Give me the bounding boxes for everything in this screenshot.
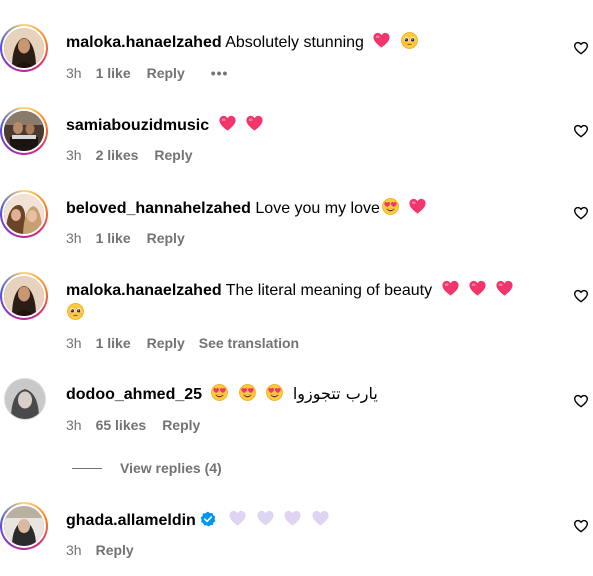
pink-heart-emoji (372, 31, 391, 50)
comment-line: dodoo_ahmed_25 يارب تتجوزوا (66, 383, 545, 406)
comment-meta: 3h 2 likes Reply (66, 146, 207, 164)
comment-likes[interactable]: 65 likes (96, 416, 147, 434)
pleading-face-emoji (66, 302, 85, 321)
comment-time: 3h (66, 230, 82, 246)
view-replies-label: View replies (4) (120, 460, 222, 476)
comment-text: The literal meaning of beauty (225, 282, 433, 299)
pink-heart-emoji (408, 197, 427, 216)
avatar-photo (4, 28, 44, 68)
comment-username[interactable]: ghada.allameldin (66, 512, 196, 529)
comment-meta: 3h 1 like Reply (66, 229, 199, 247)
comment-username[interactable]: samiabouzidmusic (66, 117, 209, 134)
pink-heart-emoji (441, 279, 460, 298)
avatar[interactable] (4, 378, 46, 420)
comment-username[interactable]: beloved_hannahelzahed (66, 200, 251, 217)
avatar[interactable] (0, 272, 48, 320)
pink-heart-emoji (218, 114, 237, 133)
comment-username[interactable]: maloka.hanaelzahed (66, 34, 222, 51)
light-purple-heart-emoji (311, 509, 330, 528)
avatar-photo (4, 194, 44, 234)
comment-text: يارب تتجوزوا (292, 384, 378, 403)
avatar[interactable] (0, 24, 48, 72)
pink-heart-emoji (245, 114, 264, 133)
comment-line: ghada.allameldin (66, 509, 545, 532)
comment-line: beloved_hannahelzahed Love you my love (66, 197, 545, 220)
reply-button[interactable]: Reply (154, 146, 192, 164)
avatar-photo (4, 506, 44, 546)
pink-heart-emoji (495, 279, 514, 298)
comment-text: Absolutely stunning (225, 34, 364, 51)
like-heart-icon[interactable] (573, 40, 589, 56)
comment-likes[interactable]: 1 like (96, 229, 131, 247)
reply-button[interactable]: Reply (147, 64, 185, 82)
avatar[interactable] (0, 502, 48, 550)
pink-heart-emoji (468, 279, 487, 298)
comment-username[interactable]: dodoo_ahmed_25 (66, 386, 202, 403)
like-heart-icon[interactable] (573, 205, 589, 221)
comment-time: 3h (66, 147, 82, 163)
comment-username[interactable]: maloka.hanaelzahed (66, 282, 222, 299)
comment-meta: 3h 1 like Reply See translation (66, 334, 299, 352)
pleading-face-emoji (400, 31, 419, 50)
comment-line: samiabouzidmusic (66, 114, 545, 137)
light-purple-heart-emoji (283, 509, 302, 528)
light-purple-heart-emoji (228, 509, 247, 528)
like-heart-icon[interactable] (573, 288, 589, 304)
heart-eyes-emoji (210, 383, 229, 402)
comment-likes[interactable]: 1 like (96, 334, 131, 352)
avatar-photo (4, 111, 44, 151)
reply-button[interactable]: Reply (162, 416, 200, 434)
comment-meta: 3h Reply (66, 541, 148, 559)
like-heart-icon[interactable] (573, 123, 589, 139)
like-heart-icon[interactable] (573, 393, 589, 409)
verified-badge-icon (200, 511, 216, 527)
comment-meta: 3h 65 likes Reply (66, 416, 214, 434)
avatar[interactable] (0, 107, 48, 155)
comment-time: 3h (66, 542, 82, 558)
heart-eyes-emoji (381, 197, 400, 216)
more-options-icon[interactable]: ••• (211, 64, 229, 82)
comment-time: 3h (66, 417, 82, 433)
see-translation-link[interactable]: See translation (199, 334, 299, 352)
reply-button[interactable]: Reply (96, 541, 134, 559)
comment-line-continued (66, 302, 85, 323)
comment-line: maloka.hanaelzahed The literal meaning o… (66, 279, 545, 302)
comment-time: 3h (66, 65, 82, 81)
heart-eyes-emoji (238, 383, 257, 402)
comment-meta: 3h 1 like Reply ••• (66, 64, 228, 82)
comment-time: 3h (66, 335, 82, 351)
like-heart-icon[interactable] (573, 518, 589, 534)
light-purple-heart-emoji (256, 509, 275, 528)
avatar[interactable] (0, 190, 48, 238)
view-replies-button[interactable]: View replies (4) (72, 460, 222, 476)
comment-line: maloka.hanaelzahed Absolutely stunning (66, 31, 545, 54)
comment-text: Love you my love (255, 200, 380, 217)
heart-eyes-emoji (265, 383, 284, 402)
avatar-photo (4, 276, 44, 316)
replies-divider (72, 467, 102, 469)
reply-button[interactable]: Reply (147, 334, 185, 352)
comment-likes[interactable]: 1 like (96, 64, 131, 82)
avatar-photo (5, 379, 45, 419)
comment-likes[interactable]: 2 likes (96, 146, 139, 164)
reply-button[interactable]: Reply (147, 229, 185, 247)
